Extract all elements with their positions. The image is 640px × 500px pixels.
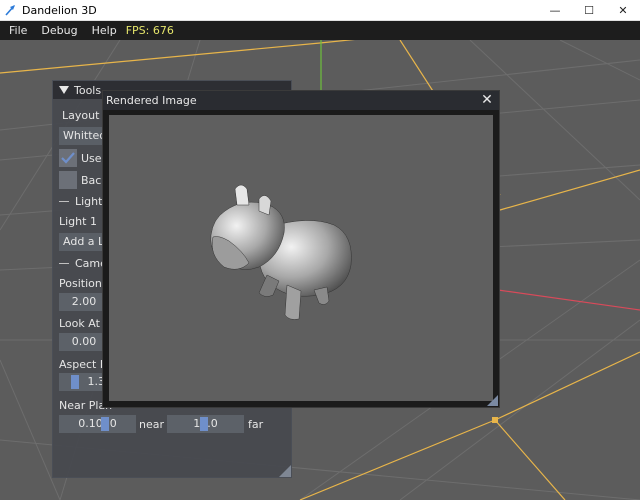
lookat-label: Look At bbox=[59, 317, 100, 330]
far-label: far bbox=[248, 418, 264, 431]
near-slider-thumb[interactable] bbox=[101, 417, 109, 431]
fps-counter: FPS: 676 bbox=[125, 24, 174, 37]
collapse-triangle-icon[interactable] bbox=[59, 86, 69, 94]
render-window-resize-grip[interactable] bbox=[487, 395, 498, 406]
aspect-slider-thumb[interactable] bbox=[71, 375, 79, 389]
main-menubar: File Debug Help FPS: 676 bbox=[0, 21, 640, 40]
back-checkbox[interactable] bbox=[59, 171, 77, 189]
camera-header-dash bbox=[59, 263, 69, 264]
close-window-button[interactable]: ✕ bbox=[606, 0, 640, 21]
gizmo-point bbox=[492, 417, 498, 423]
menu-file[interactable]: File bbox=[4, 24, 32, 37]
light1-label[interactable]: Light 1 bbox=[59, 215, 97, 228]
checkmark-icon bbox=[61, 152, 75, 164]
lights-header-dash bbox=[59, 201, 69, 202]
menu-debug[interactable]: Debug bbox=[36, 24, 82, 37]
near-value: 0.1000 bbox=[78, 417, 117, 430]
tools-title: Tools bbox=[74, 83, 102, 97]
close-icon[interactable]: ✕ bbox=[479, 92, 495, 108]
far-slider[interactable]: 10.0 bbox=[167, 415, 244, 433]
dandelion-app-icon bbox=[5, 5, 15, 16]
minimize-button[interactable]: — bbox=[538, 0, 572, 21]
tools-resize-grip[interactable] bbox=[279, 465, 291, 477]
near-slider[interactable]: 0.1000 bbox=[59, 415, 136, 433]
cow-model-render bbox=[210, 184, 352, 320]
rendered-image-window: Rendered Image ✕ bbox=[102, 90, 500, 408]
near-label: near bbox=[139, 418, 165, 431]
maximize-button[interactable]: ☐ bbox=[572, 0, 606, 21]
use-checkbox[interactable] bbox=[59, 149, 77, 167]
position-label: Position bbox=[59, 277, 102, 290]
menu-help[interactable]: Help bbox=[87, 24, 122, 37]
rendered-image-title: Rendered Image bbox=[106, 94, 197, 107]
layout-label: Layout bbox=[62, 109, 100, 122]
window-title: Dandelion 3D bbox=[22, 3, 97, 17]
far-slider-thumb[interactable] bbox=[200, 417, 208, 431]
rendered-image-header[interactable]: Rendered Image bbox=[103, 91, 499, 110]
window-titlebar: Dandelion 3D — ☐ ✕ bbox=[0, 0, 640, 21]
rendered-image bbox=[109, 115, 493, 401]
